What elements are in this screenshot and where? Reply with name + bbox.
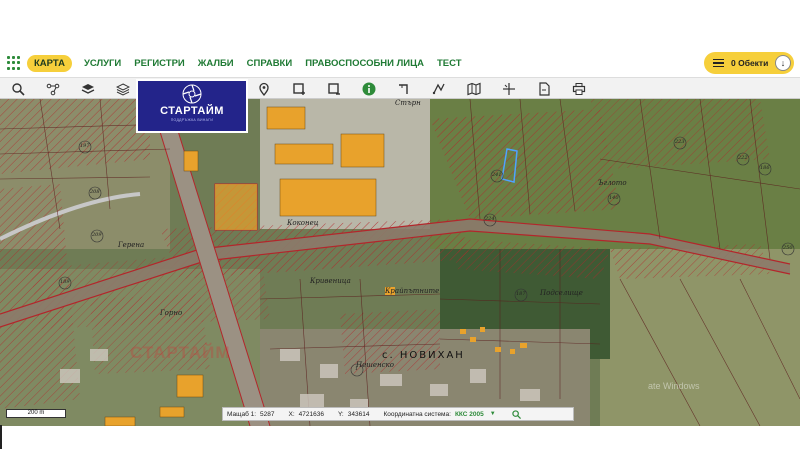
cadastral-map[interactable]: 197 208 209 189 241 224 223 222 186 187 …: [0, 99, 800, 426]
menu-item-zhalbi[interactable]: ЖАЛБИ: [198, 58, 234, 69]
parcel-number: 208: [90, 189, 100, 195]
place-label: Подселище: [540, 289, 583, 297]
chevron-down-icon[interactable]: ▼: [490, 411, 496, 417]
menu-item-pravosposobni-lica[interactable]: ПРАВОСПОСОБНИ ЛИЦА: [305, 58, 424, 69]
menu-item-uslugi[interactable]: УСЛУГИ: [84, 58, 121, 69]
parcel-number: 186: [760, 165, 770, 171]
info-icon[interactable]: [361, 81, 377, 97]
place-label: Стърн: [395, 99, 421, 107]
parcel-number: 224: [485, 216, 495, 222]
printer-icon[interactable]: [571, 81, 587, 97]
parcel-number: 140: [609, 195, 619, 201]
map-canvas[interactable]: [0, 99, 800, 426]
measure-angle-icon[interactable]: [396, 81, 412, 97]
place-label: Герена: [118, 241, 145, 249]
ruler-icon[interactable]: [431, 81, 447, 97]
crs-select[interactable]: ККС 2005: [455, 411, 484, 418]
hamburger-icon: [713, 58, 724, 68]
parcel-number: 189: [60, 279, 70, 285]
town-label: с. НОВИХАН: [382, 350, 465, 361]
place-label: Пешенско: [356, 361, 394, 369]
location-pin-icon[interactable]: [256, 81, 272, 97]
scale-bar-label: 200 m: [27, 410, 45, 416]
logo-tagline: ПОДДРЪЖКА ВИНАГИ: [170, 118, 214, 122]
y-label: Y:: [337, 410, 344, 418]
crosshair-icon[interactable]: [501, 81, 517, 97]
y-value: 343614: [347, 410, 370, 418]
search-icon[interactable]: [512, 409, 521, 419]
windows-watermark: ate Windows: [648, 381, 700, 391]
layers-stack-icon[interactable]: [115, 81, 131, 97]
watermark-text: СТАРТАЙМ: [130, 343, 231, 362]
map-icon[interactable]: [466, 81, 482, 97]
network-icon[interactable]: [45, 81, 61, 97]
draw-rectangle-icon[interactable]: [291, 81, 307, 97]
place-label: Кривеница: [310, 277, 351, 285]
scale-bar: 200 m: [6, 409, 66, 418]
parcel-number: 197: [80, 143, 90, 149]
menu-item-test[interactable]: ТЕСТ: [437, 58, 462, 69]
layers-icon[interactable]: [80, 81, 96, 97]
left-edge-bar: [0, 425, 2, 449]
bottom-area: [0, 426, 800, 449]
parcel-number: 209: [92, 232, 102, 238]
logo-name: СТАРТАЙМ: [160, 105, 224, 117]
arrow-down-icon: ↓: [775, 55, 791, 71]
parcel-number: 222: [738, 155, 748, 161]
crs-label: Координатна система:: [383, 410, 451, 418]
place-label: Ъглото: [598, 179, 627, 187]
parcel-number: 250: [783, 245, 793, 251]
draw-rectangle-remove-icon[interactable]: [326, 81, 342, 97]
x-value: 4721636: [298, 410, 324, 418]
map-toolbar: [0, 77, 800, 99]
apps-grid-icon[interactable]: [7, 56, 21, 70]
x-label: X:: [288, 410, 295, 418]
menu-item-spravki[interactable]: СПРАВКИ: [247, 58, 293, 69]
parcel-number: 187: [516, 291, 526, 297]
parcel-number: 241: [492, 172, 502, 178]
document-icon[interactable]: [536, 81, 552, 97]
scale-label: Мащаб 1:: [227, 410, 257, 418]
parcel-number: 223: [675, 139, 685, 145]
place-label: Коконец: [287, 219, 319, 227]
objects-label: 0 Обекти: [731, 58, 769, 68]
startime-logo: СТАРТАЙМ ПОДДРЪЖКА ВИНАГИ: [136, 79, 248, 133]
objects-button[interactable]: 0 Обекти ↓: [704, 52, 794, 74]
scale-value: 5287: [260, 410, 275, 418]
search-icon[interactable]: [10, 81, 26, 97]
place-label: Горно: [160, 309, 183, 317]
menu-item-registri[interactable]: РЕГИСТРИ: [134, 58, 184, 69]
place-label: Крайпътните: [385, 287, 440, 295]
map-status-bar: Мащаб 1: 5287 X: 4721636 Y: 343614 Коорд…: [222, 407, 574, 421]
main-menu: КАРТА УСЛУГИ РЕГИСТРИ ЖАЛБИ СПРАВКИ ПРАВ…: [0, 50, 800, 76]
menu-item-karta[interactable]: КАРТА: [27, 54, 72, 72]
logo-emblem-icon: [182, 84, 202, 104]
app-window: КАРТА УСЛУГИ РЕГИСТРИ ЖАЛБИ СПРАВКИ ПРАВ…: [0, 0, 800, 449]
